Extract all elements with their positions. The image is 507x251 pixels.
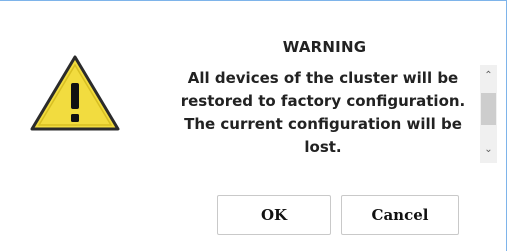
warning-dialog: WARNING All devices of the cluster will … xyxy=(0,0,507,251)
warning-triangle-icon xyxy=(27,53,123,133)
dialog-title: WARNING xyxy=(282,38,367,56)
scroll-up-arrow-icon[interactable]: ⌃ xyxy=(480,67,497,84)
ok-button[interactable]: OK xyxy=(217,195,331,235)
scroll-thumb[interactable] xyxy=(481,93,496,125)
scroll-down-arrow-icon[interactable]: ⌄ xyxy=(480,141,497,158)
dialog-message: All devices of the cluster will be resto… xyxy=(180,69,466,156)
cancel-button[interactable]: Cancel xyxy=(341,195,459,235)
message-scrollbar[interactable]: ⌃ ⌄ xyxy=(480,65,497,163)
